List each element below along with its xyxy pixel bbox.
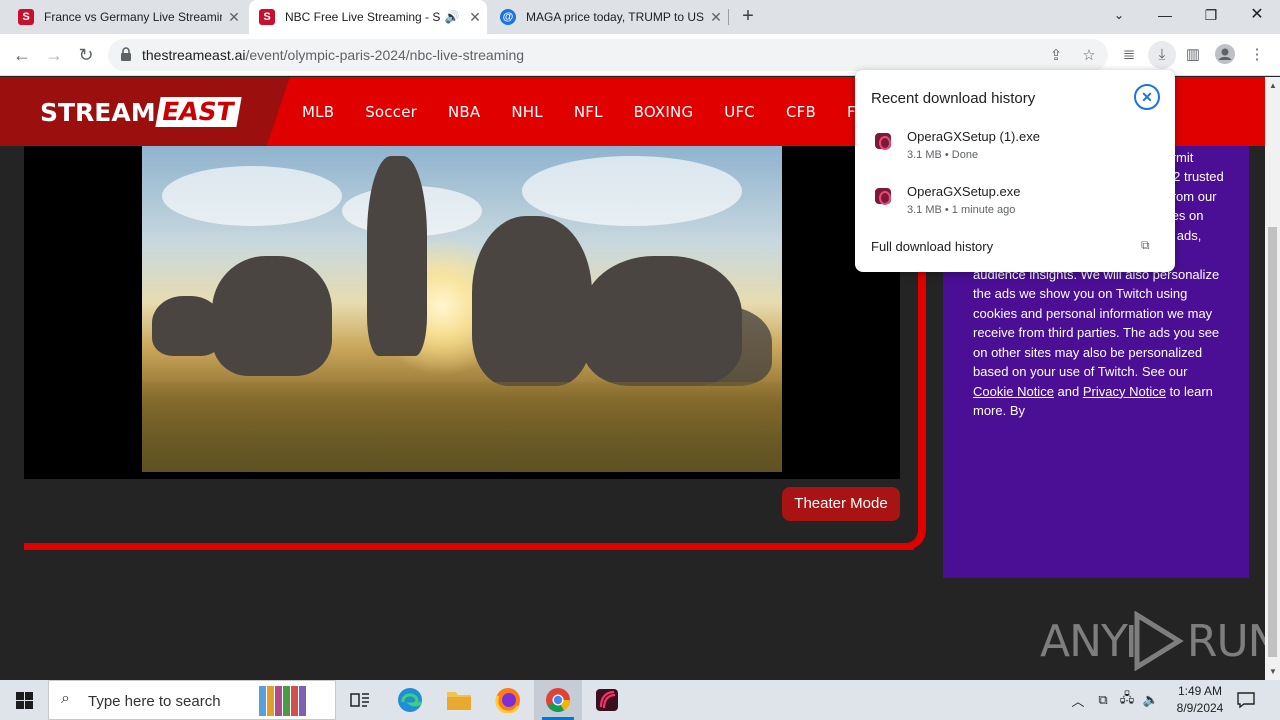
video-player[interactable] <box>24 146 900 479</box>
tab-france-germany[interactable]: S France vs Germany Live Streamin ✕ <box>8 0 246 34</box>
open-external-icon[interactable]: ⧉ <box>1141 238 1150 253</box>
scrollbar-thumb[interactable] <box>1268 227 1277 657</box>
download-file-meta: 3.1 MB • Done <box>907 149 979 161</box>
download-item[interactable]: OperaGXSetup (1).exe 3.1 MB • Done <box>871 129 1161 169</box>
menu-item-soccer[interactable]: Soccer <box>365 103 417 121</box>
taskbar-clock[interactable]: 1:49 AM 8/9/2024 <box>1160 683 1240 717</box>
tab-close-icon[interactable]: ✕ <box>463 9 487 26</box>
download-item[interactable]: OperaGXSetup.exe 3.1 MB • 1 minute ago <box>871 184 1161 224</box>
reading-list-icon[interactable]: ≣ <box>1117 44 1141 66</box>
tab-divider <box>728 9 729 25</box>
opera-gx-file-icon <box>875 133 891 150</box>
scroll-up-arrow-icon[interactable]: ▲ <box>1269 81 1277 90</box>
tab-close-icon[interactable]: ✕ <box>222 9 246 26</box>
url-text: thestreameast.ai/event/olympic-paris-202… <box>142 47 525 63</box>
privacy-notice-link[interactable]: Privacy Notice <box>1083 384 1166 399</box>
firefox-icon[interactable] <box>484 680 532 720</box>
streameast-favicon-icon: S <box>259 9 275 25</box>
decorative-border <box>24 543 914 550</box>
device-icon[interactable]: ⧉ <box>1093 680 1113 720</box>
tab-title: NBC Free Live Streaming - S <box>285 10 441 24</box>
back-arrow-icon[interactable]: ← <box>9 42 35 68</box>
search-highlight-books-icon <box>259 686 306 716</box>
forward-arrow-icon[interactable]: → <box>41 42 67 68</box>
new-tab-button[interactable]: + <box>736 5 760 29</box>
minimize-button[interactable]: — <box>1142 0 1188 30</box>
maximize-button[interactable]: ❐ <box>1188 0 1234 30</box>
scroll-down-arrow-icon[interactable]: ▼ <box>1269 667 1277 676</box>
tab-nbc-live[interactable]: S NBC Free Live Streaming - S 🔊 ✕ <box>249 0 487 34</box>
menu-item-nhl[interactable]: NHL <box>511 103 542 121</box>
audio-playing-icon[interactable]: 🔊 <box>441 10 463 24</box>
notification-center-icon[interactable] <box>1236 690 1256 710</box>
download-history-bubble: Recent download history ✕ OperaGXSetup (… <box>855 70 1175 272</box>
clock-date: 8/9/2024 <box>1176 701 1224 715</box>
tab-maga-price[interactable]: @ MAGA price today, TRUMP to US ✕ <box>490 0 728 34</box>
menu-item-boxing[interactable]: BOXING <box>634 103 694 121</box>
page-scrollbar[interactable]: ▲ ▼ <box>1265 77 1280 680</box>
full-download-history-link[interactable]: Full download history <box>871 239 993 254</box>
menu-dots-icon[interactable]: ⋮ <box>1245 44 1269 66</box>
windows-logo-icon <box>15 691 33 709</box>
share-icon[interactable]: ⇪ <box>1046 46 1066 66</box>
windows-start-button[interactable] <box>0 680 48 720</box>
address-bar[interactable]: thestreameast.ai/event/olympic-paris-202… <box>108 39 1108 71</box>
close-window-button[interactable]: ✕ <box>1234 0 1280 30</box>
tab-close-icon[interactable]: ✕ <box>704 9 728 26</box>
download-file-meta: 3.1 MB • 1 minute ago <box>907 204 1016 216</box>
side-panel-icon[interactable]: ▥ <box>1181 44 1205 66</box>
download-file-name: OperaGXSetup (1).exe <box>907 129 1040 144</box>
file-explorer-icon[interactable] <box>435 680 483 720</box>
sport-menu: MLB Soccer NBA NHL NFL BOXING UFC CFB F1 <box>302 77 897 146</box>
bookmark-star-icon[interactable]: ☆ <box>1079 46 1099 66</box>
clock-time: 1:49 AM <box>1177 684 1223 698</box>
profile-avatar-icon[interactable] <box>1213 44 1237 66</box>
theater-mode-button[interactable]: Theater Mode <box>782 487 900 521</box>
task-view-icon[interactable] <box>336 680 384 720</box>
show-hidden-icons-chevron-icon[interactable]: ︿ <box>1068 680 1088 720</box>
video-frame-elephants[interactable] <box>142 146 782 472</box>
coin-favicon-icon: @ <box>500 9 516 25</box>
menu-item-mlb[interactable]: MLB <box>302 103 334 121</box>
tab-title: MAGA price today, TRUMP to US <box>526 10 704 24</box>
opera-gx-file-icon <box>875 188 891 205</box>
menu-item-nba[interactable]: NBA <box>448 103 480 121</box>
download-icon[interactable]: ⤓ <box>1148 41 1176 69</box>
opera-gx-installer-icon[interactable] <box>583 680 631 720</box>
windows-taskbar: ⌕ Type here to search ︿ ⧉ 🖧 🔈 1:49 AM 8/… <box>0 680 1280 720</box>
chrome-icon[interactable] <box>534 680 582 720</box>
search-placeholder: Type here to search <box>88 693 221 710</box>
tab-title: France vs Germany Live Streamin <box>44 10 222 24</box>
network-icon[interactable]: 🖧 <box>1116 680 1138 720</box>
download-file-name: OperaGXSetup.exe <box>907 184 1021 199</box>
lock-icon <box>121 47 131 61</box>
menu-item-nfl[interactable]: NFL <box>574 103 603 121</box>
volume-icon[interactable]: 🔈 <box>1140 680 1162 720</box>
cookie-notice-link[interactable]: Cookie Notice <box>973 384 1054 399</box>
menu-item-ufc[interactable]: UFC <box>724 103 755 121</box>
edge-browser-icon[interactable] <box>386 680 434 720</box>
reload-icon[interactable]: ↻ <box>73 42 99 68</box>
play-logo-icon <box>1128 611 1184 671</box>
anyrun-watermark: ANY RUN <box>1040 611 1265 671</box>
taskbar-search-box[interactable]: ⌕ Type here to search <box>48 680 336 720</box>
download-history-title: Recent download history <box>871 90 1036 107</box>
streameast-favicon-icon: S <box>18 9 34 25</box>
tab-strip: S France vs Germany Live Streamin ✕ S NB… <box>0 0 1280 34</box>
search-icon: ⌕ <box>61 690 70 707</box>
tab-search-chevron-icon[interactable]: ⌄ <box>1096 0 1142 30</box>
streameast-logo[interactable]: STREAM EAST <box>40 97 242 127</box>
close-icon[interactable]: ✕ <box>1134 84 1160 110</box>
menu-item-cfb[interactable]: CFB <box>786 103 816 121</box>
